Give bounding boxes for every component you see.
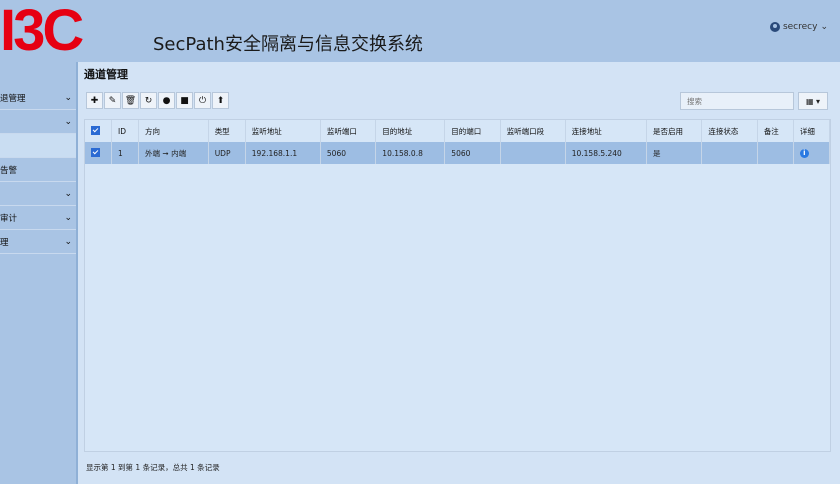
refresh-button[interactable]: ↻ <box>140 92 157 109</box>
info-icon: i <box>799 148 809 158</box>
page-title: 通道管理 <box>84 68 128 81</box>
system-title: SecPath安全隔离与信息交换系统 <box>153 34 423 55</box>
sidebar-item[interactable]: 理 ⌄ <box>0 230 76 254</box>
pagination-info: 显示第 1 到第 1 条记录，总共 1 条记录 <box>86 463 220 472</box>
col-header[interactable]: 备注 <box>757 120 794 142</box>
sidebar-item[interactable]: 审计 ⌄ <box>0 206 76 230</box>
user-name: secrecy <box>782 22 818 32</box>
cell-type: UDP <box>208 142 246 164</box>
col-header[interactable]: ID <box>111 120 140 142</box>
sidebar-item-label: 审计 <box>0 213 18 224</box>
start-button[interactable]: ● <box>158 92 175 109</box>
start-icon: ● <box>162 95 171 106</box>
col-header[interactable]: 监听地址 <box>245 120 321 142</box>
chevron-down-icon: ⌄ <box>64 236 72 247</box>
col-header[interactable]: 连接地址 <box>565 120 648 142</box>
stop-button[interactable]: ■ <box>176 92 193 109</box>
cell-direction: 外端 ➞ 内端 <box>138 142 209 164</box>
cell-dest-port: 5060 <box>444 142 501 164</box>
col-header[interactable]: 连接状态 <box>701 120 758 142</box>
data-grid: ID 方向 类型 监听地址 监听端口 目的地址 目的端口 监听端口段 连接地址 … <box>84 119 831 452</box>
main-panel: 通道管理 ✚ ✎ 🗑 ↻ ● ■ ⏻ ⬆ ▦ ▾ ID 方向 类型 监听地址 监… <box>78 62 840 484</box>
col-header[interactable]: 类型 <box>208 120 246 142</box>
col-header[interactable]: 详细 <box>793 120 831 142</box>
logo: I3C <box>0 0 84 63</box>
chevron-down-icon: ⌄ <box>64 212 72 223</box>
search-input[interactable] <box>680 92 794 110</box>
delete-button[interactable]: 🗑 <box>122 92 139 109</box>
cell-listen-port: 5060 <box>320 142 377 164</box>
col-header[interactable]: 是否启用 <box>646 120 703 142</box>
power-button[interactable]: ⏻ <box>194 92 211 109</box>
power-icon: ⏻ <box>198 95 207 106</box>
sidebar-item-label: 退管理 <box>0 93 26 104</box>
col-header[interactable]: 监听端口 <box>320 120 377 142</box>
col-header[interactable]: 目的端口 <box>444 120 501 142</box>
upload-icon: ⬆ <box>216 95 225 106</box>
cell-enabled: 是 <box>646 142 703 164</box>
table-row[interactable]: 1 外端 ➞ 内端 UDP 192.168.1.1 5060 10.158.0.… <box>85 142 831 164</box>
edit-button[interactable]: ✎ <box>104 92 121 109</box>
cell-id: 1 <box>111 142 140 164</box>
row-checkbox[interactable] <box>85 142 112 164</box>
cell-listen-addr: 192.168.1.1 <box>245 142 321 164</box>
stop-icon: ■ <box>180 95 189 106</box>
chevron-down-icon: ⌄ <box>64 116 72 127</box>
col-header[interactable]: 监听端口段 <box>500 120 566 142</box>
checkbox-icon <box>91 125 100 135</box>
cell-note <box>757 142 794 164</box>
sidebar-item[interactable]: 告警 <box>0 158 76 182</box>
col-header[interactable]: 目的地址 <box>375 120 446 142</box>
cell-dest-addr: 10.158.0.8 <box>375 142 446 164</box>
delete-icon: 🗑 <box>124 95 137 106</box>
chevron-down-icon: ⌄ <box>64 188 72 199</box>
sidebar-item[interactable]: ⌄ <box>0 182 76 206</box>
cell-conn-addr: 10.158.5.240 <box>565 142 648 164</box>
grid-icon: ▦ ▾ <box>805 96 821 106</box>
upload-button[interactable]: ⬆ <box>212 92 229 109</box>
sidebar-item[interactable] <box>0 134 76 158</box>
sidebar-item-label: 告警 <box>0 165 18 176</box>
user-icon <box>769 22 780 32</box>
plus-icon: ✚ <box>90 95 99 106</box>
header: I3C SecPath安全隔离与信息交换系统 secrecy ⌄ <box>0 0 840 62</box>
cell-status <box>701 142 758 164</box>
sidebar-item-label: 理 <box>0 237 9 248</box>
refresh-icon: ↻ <box>144 95 153 106</box>
toolbar: ✚ ✎ 🗑 ↻ ● ■ ⏻ ⬆ <box>86 92 230 109</box>
user-menu[interactable]: secrecy ⌄ <box>769 22 828 32</box>
sidebar-item[interactable]: 退管理 ⌄ <box>0 86 76 110</box>
details-button[interactable]: i <box>793 142 831 164</box>
select-all-checkbox[interactable] <box>85 120 112 142</box>
add-button[interactable]: ✚ <box>86 92 103 109</box>
checkbox-icon <box>91 147 100 157</box>
sidebar-item[interactable]: ⌄ <box>0 110 76 134</box>
chevron-down-icon: ⌄ <box>64 92 72 103</box>
edit-icon: ✎ <box>108 95 117 106</box>
sidebar: 退管理 ⌄ ⌄ 告警 ⌄ 审计 ⌄ 理 ⌄ <box>0 62 78 484</box>
cell-port-range <box>500 142 566 164</box>
chevron-down-icon: ⌄ <box>820 22 828 32</box>
table-header-row: ID 方向 类型 监听地址 监听端口 目的地址 目的端口 监听端口段 连接地址 … <box>85 120 831 142</box>
columns-button[interactable]: ▦ ▾ <box>798 92 828 110</box>
col-header[interactable]: 方向 <box>138 120 209 142</box>
